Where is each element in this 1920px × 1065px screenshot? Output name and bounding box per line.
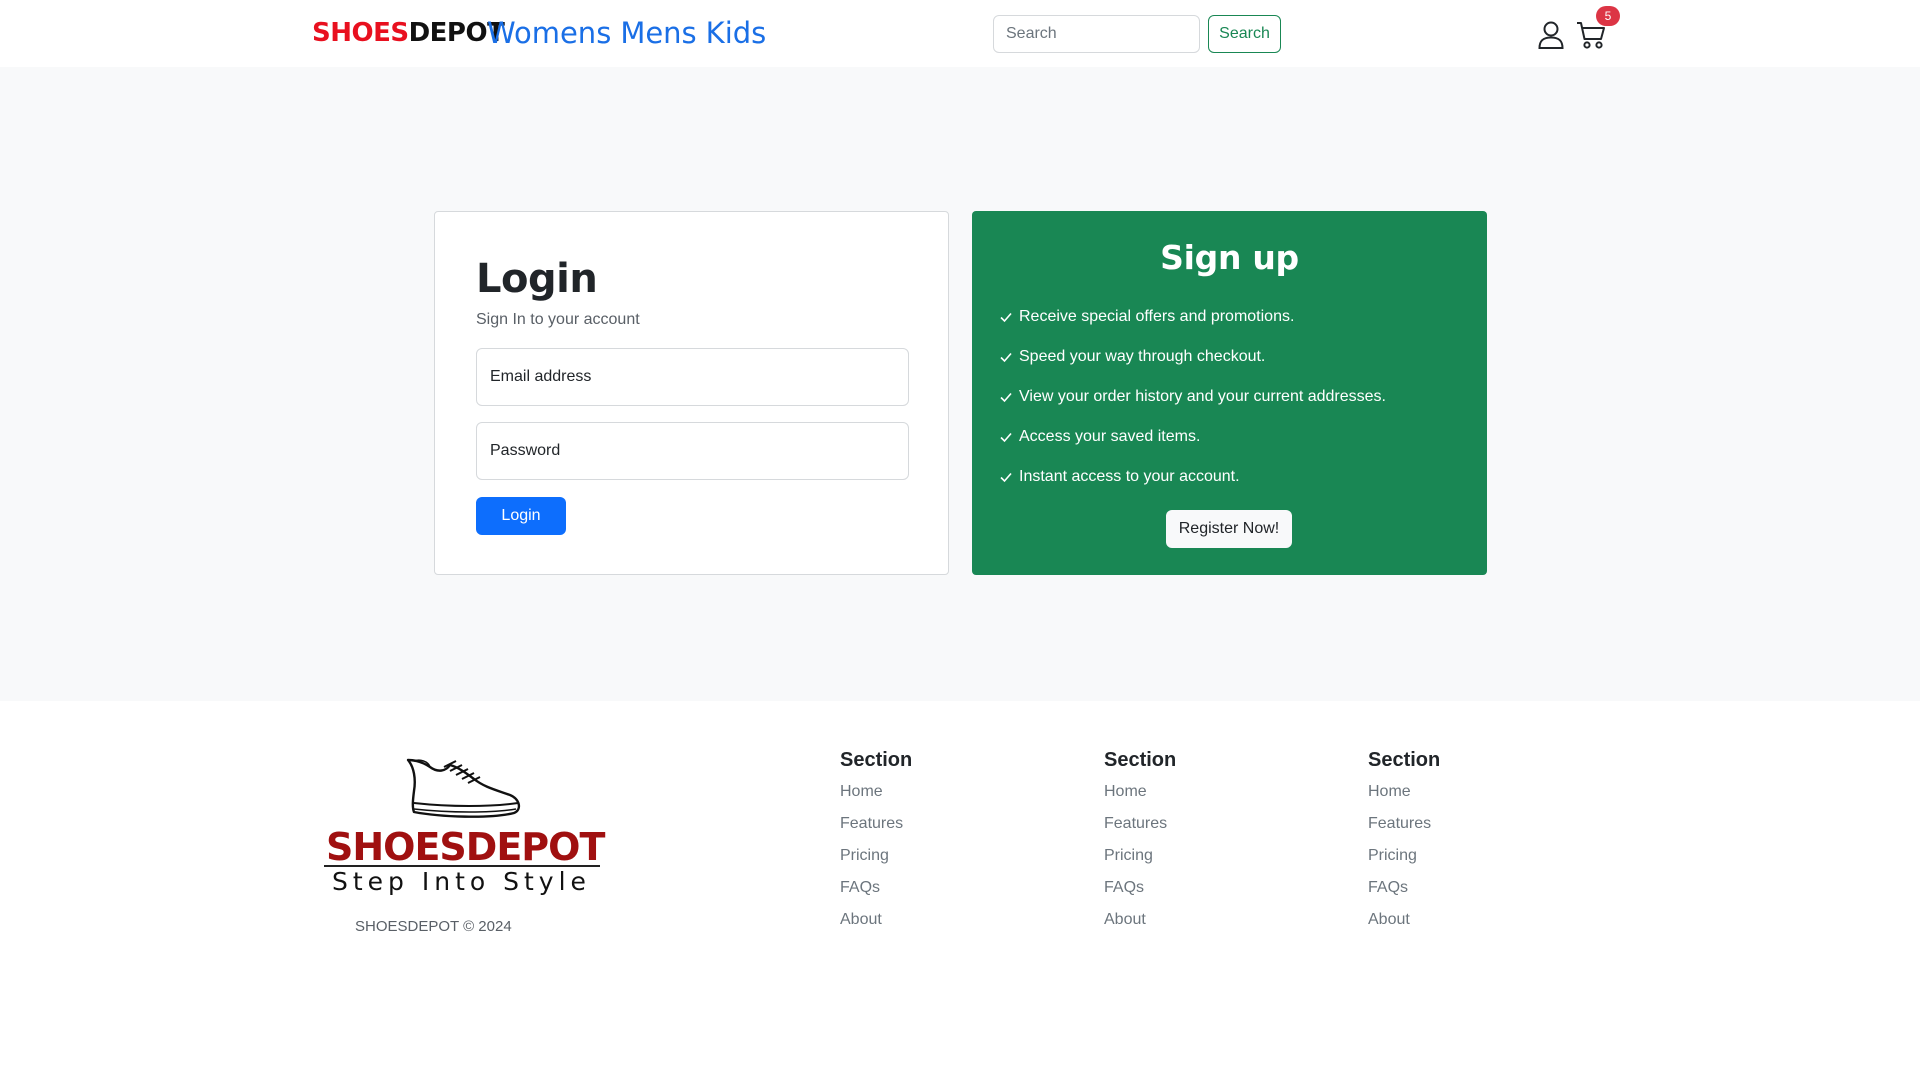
login-subtitle: Sign In to your account — [476, 311, 640, 328]
footer-column: Section Home Features Pricing FAQs About — [840, 749, 912, 943]
check-icon — [1000, 392, 1012, 403]
footer-link-about[interactable]: About — [840, 911, 882, 928]
benefit-item: View your order history and your current… — [999, 387, 1386, 407]
register-button[interactable]: Register Now! — [1166, 510, 1292, 548]
footer-link-features[interactable]: Features — [1104, 815, 1167, 832]
search-input[interactable] — [993, 15, 1200, 53]
benefit-item: Instant access to your account. — [999, 467, 1386, 487]
benefit-item: Receive special offers and promotions. — [999, 307, 1386, 327]
benefit-text: Receive special offers and promotions. — [1019, 308, 1295, 325]
footer-link-features[interactable]: Features — [840, 815, 903, 832]
login-button[interactable]: Login — [476, 497, 566, 535]
footer-link-list: Home Features Pricing FAQs About — [1368, 783, 1440, 943]
login-card: Login Sign In to your account Login — [434, 211, 949, 575]
nav-link-mens[interactable]: Mens — [620, 16, 696, 50]
category-nav: Womens Mens Kids — [487, 16, 766, 50]
footer-link-faqs[interactable]: FAQs — [1104, 879, 1144, 896]
navbar: SHOESDEPOT Womens Mens Kids Search 5 — [0, 0, 1920, 67]
benefit-item: Speed your way through checkout. — [999, 347, 1386, 367]
footer-link-features[interactable]: Features — [1368, 815, 1431, 832]
benefit-text: Instant access to your account. — [1019, 468, 1240, 485]
check-icon — [1000, 472, 1012, 483]
password-field[interactable] — [476, 422, 909, 480]
email-field[interactable] — [476, 348, 909, 406]
footer-link-faqs[interactable]: FAQs — [1368, 879, 1408, 896]
footer-column: Section Home Features Pricing FAQs About — [1368, 749, 1440, 943]
user-icon[interactable] — [1538, 21, 1564, 49]
footer-link-faqs[interactable]: FAQs — [840, 879, 880, 896]
footer-link-about[interactable]: About — [1104, 911, 1146, 928]
footer-logo-tagline: Step Into Style — [332, 867, 591, 896]
footer-link-home[interactable]: Home — [840, 783, 883, 800]
nav-link-kids[interactable]: Kids — [706, 16, 767, 50]
copyright-text: SHOESDEPOT © 2024 — [355, 918, 512, 935]
benefit-item: Access your saved items. — [999, 427, 1386, 447]
footer-link-list: Home Features Pricing FAQs About — [1104, 783, 1176, 943]
footer-link-pricing[interactable]: Pricing — [1104, 847, 1153, 864]
footer-column: Section Home Features Pricing FAQs About — [1104, 749, 1176, 943]
footer-column-title: Section — [1104, 749, 1177, 771]
signup-benefits-list: Receive special offers and promotions. S… — [999, 307, 1386, 507]
footer-link-about[interactable]: About — [1368, 911, 1410, 928]
signup-card: Sign up Receive special offers and promo… — [972, 211, 1487, 575]
footer-column-title: Section — [1368, 749, 1441, 771]
nav-link-womens[interactable]: Womens — [487, 16, 611, 50]
footer-link-list: Home Features Pricing FAQs About — [840, 783, 912, 943]
cart-count-badge: 5 — [1596, 6, 1620, 26]
shoe-icon — [406, 758, 521, 818]
benefit-text: Access your saved items. — [1019, 428, 1201, 445]
footer-link-home[interactable]: Home — [1368, 783, 1411, 800]
main-content: Login Sign In to your account Login Sign… — [0, 67, 1920, 701]
brand-name-part1: SHOES — [312, 18, 409, 48]
search-button[interactable]: Search — [1208, 15, 1281, 53]
signup-title: Sign up — [1160, 238, 1299, 277]
footer-link-pricing[interactable]: Pricing — [840, 847, 889, 864]
footer-logo-text: SHOESDEPOT — [326, 825, 605, 869]
brand-logo[interactable]: SHOESDEPOT — [312, 18, 505, 48]
footer-logo: SHOESDEPOT Step Into Style — [320, 757, 605, 897]
footer-link-pricing[interactable]: Pricing — [1368, 847, 1417, 864]
check-icon — [1000, 312, 1012, 323]
check-icon — [1000, 432, 1012, 443]
footer-column-title: Section — [840, 749, 913, 771]
footer-link-home[interactable]: Home — [1104, 783, 1147, 800]
login-title: Login — [476, 256, 598, 302]
benefit-text: View your order history and your current… — [1019, 388, 1386, 405]
check-icon — [1000, 352, 1012, 363]
benefit-text: Speed your way through checkout. — [1019, 348, 1266, 365]
footer: SHOESDEPOT Step Into Style SHOESDEPOT © … — [0, 701, 1920, 1065]
